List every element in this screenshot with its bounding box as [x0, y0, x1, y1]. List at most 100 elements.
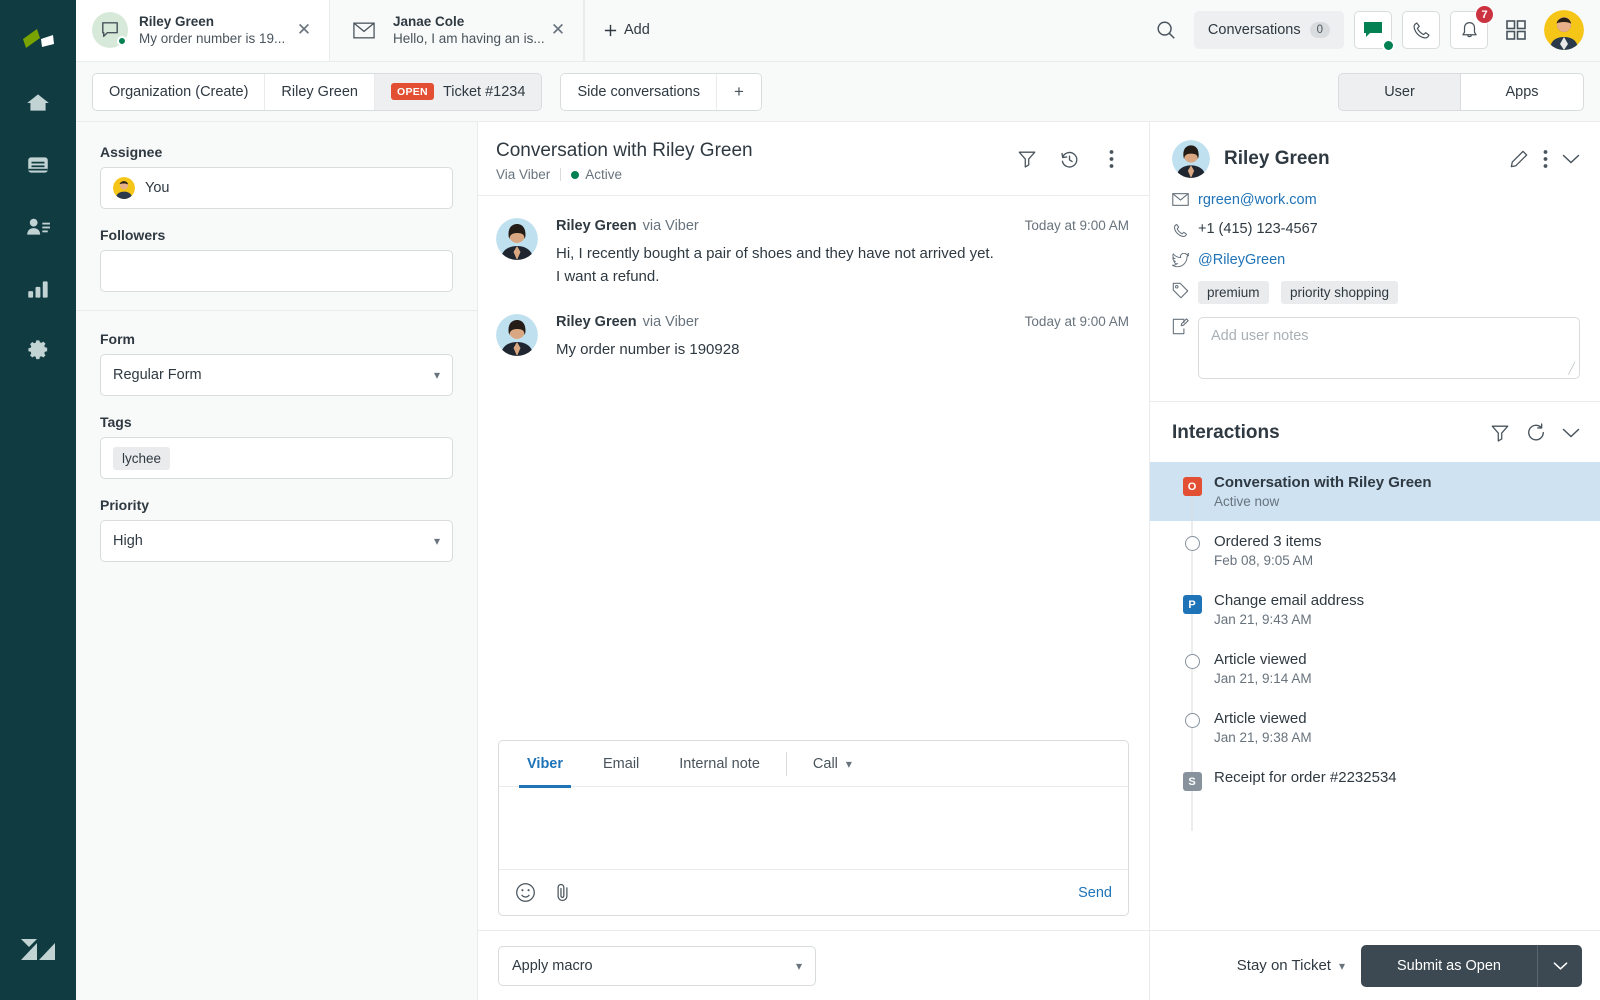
assignee-input[interactable]: You: [100, 167, 453, 209]
tab-internal-note-label: Internal note: [679, 755, 760, 772]
ticket-tab-title: Riley Green: [139, 13, 215, 29]
tab-email[interactable]: Email: [583, 741, 659, 787]
submit-button[interactable]: Submit as Open: [1361, 944, 1538, 987]
bell-icon[interactable]: 7: [1450, 5, 1494, 49]
apply-macro-label: Apply macro: [512, 957, 593, 974]
message-item: Riley Green via Viber Today at 9:00 AM M…: [496, 314, 1129, 361]
ticket-properties-panel: Assignee You Followers Form Regular Form…: [76, 122, 478, 1000]
timeline-marker: [1172, 533, 1212, 608]
sidebar-item-views[interactable]: [15, 142, 61, 188]
timeline-dot: [1184, 713, 1200, 728]
close-icon[interactable]: ✕: [293, 19, 315, 41]
refresh-icon[interactable]: [1526, 423, 1546, 443]
side-conversations-button[interactable]: Side conversations: [561, 73, 717, 110]
close-icon[interactable]: ✕: [547, 19, 569, 41]
tab-apps[interactable]: Apps: [1461, 74, 1583, 110]
conversations-count: 0: [1309, 22, 1330, 38]
ticket-tab-janae-cole[interactable]: Janae Cole Hello, I am having an is... ✕: [330, 0, 584, 61]
stay-on-ticket-select[interactable]: Stay on Ticket ▾: [1237, 957, 1345, 974]
chevron-down-icon[interactable]: [1562, 427, 1580, 439]
filter-icon[interactable]: [1009, 141, 1045, 177]
paperclip-icon[interactable]: [552, 882, 573, 903]
chevron-down-icon: ▾: [433, 534, 440, 548]
submit-bar: Stay on Ticket ▾ Submit as Open: [1150, 930, 1600, 1000]
status-badge: OPEN: [390, 83, 434, 100]
chevron-down-icon: ▾: [845, 756, 852, 771]
more-vertical-icon[interactable]: [1093, 141, 1129, 177]
priority-select[interactable]: High ▾: [100, 520, 453, 562]
user-notes-input[interactable]: Add user notes ╱: [1198, 317, 1580, 379]
interactions-title: Interactions: [1172, 422, 1280, 443]
user-twitter[interactable]: @RileyGreen: [1198, 252, 1285, 268]
sidebar-item-home[interactable]: [15, 80, 61, 126]
tags-field: Tags lychee: [100, 414, 453, 479]
user-tag[interactable]: premium: [1198, 281, 1269, 304]
timeline-item[interactable]: P Change email address Jan 21, 9:43 AM: [1150, 580, 1600, 667]
breadcrumb-item-ticket[interactable]: OPEN Ticket #1234: [374, 73, 542, 110]
chevron-down-icon[interactable]: [1562, 153, 1580, 165]
grid-icon[interactable]: [1498, 12, 1534, 48]
timeline-marker: [1172, 710, 1212, 785]
user-tag[interactable]: priority shopping: [1280, 281, 1399, 304]
followers-field: Followers: [100, 227, 453, 292]
tags-input[interactable]: lychee: [100, 437, 453, 479]
history-icon[interactable]: [1051, 141, 1087, 177]
sidebar-item-settings[interactable]: [15, 328, 61, 374]
pencil-icon[interactable]: [1509, 149, 1529, 169]
form-select[interactable]: Regular Form ▾: [100, 354, 453, 396]
breadcrumb-item-organization[interactable]: Organization (Create): [93, 73, 266, 110]
conversations-label: Conversations: [1207, 22, 1301, 38]
agent-avatar[interactable]: [1544, 10, 1584, 50]
priority-label: Priority: [100, 497, 150, 513]
phone-icon[interactable]: [1402, 11, 1440, 49]
timeline-item[interactable]: Article viewed Jan 21, 9:14 AM: [1150, 639, 1600, 726]
tab-internal-note[interactable]: Internal note: [659, 741, 780, 787]
zendesk-logo-icon: [15, 926, 61, 972]
product-logo-icon[interactable]: [16, 18, 60, 62]
tab-call-label: Call: [812, 755, 838, 772]
tag-pill[interactable]: lychee: [113, 446, 171, 470]
timeline-item[interactable]: S Receipt for order #2232534: [1150, 757, 1600, 831]
conversations-button[interactable]: Conversations 0: [1193, 11, 1344, 49]
tab-call[interactable]: Call ▾: [793, 741, 872, 787]
followers-input[interactable]: [100, 250, 453, 292]
timeline-item[interactable]: O Conversation with Riley Green Active n…: [1150, 462, 1600, 549]
submit-options-button[interactable]: [1538, 944, 1582, 987]
ticket-tab-title: Janae Cole: [393, 13, 465, 29]
sidebar-item-customers[interactable]: [15, 204, 61, 250]
top-toolbar: Conversations 0 7: [1148, 0, 1600, 61]
ticket-tabs: Riley Green My order number is 19... ✕ J…: [76, 0, 668, 61]
add-side-conversation-button[interactable]: +: [716, 73, 761, 110]
more-vertical-icon[interactable]: [1543, 149, 1548, 169]
search-icon[interactable]: [1148, 12, 1184, 48]
tag-icon: [1172, 281, 1198, 299]
timeline-item[interactable]: Article viewed Jan 21, 9:38 AM: [1150, 698, 1600, 785]
user-email[interactable]: rgreen@work.com: [1198, 192, 1317, 208]
apply-macro-select[interactable]: Apply macro ▾: [498, 945, 816, 986]
message-channel: via Viber: [642, 218, 699, 234]
send-button[interactable]: Send: [1078, 885, 1112, 901]
message-text: Hi, I recently bought a pair of shoes an…: [556, 245, 994, 285]
add-tab-button[interactable]: Add: [584, 0, 668, 61]
user-fields: rgreen@work.com +1 (415) 123-4567 @Riley…: [1150, 192, 1600, 402]
interactions-header: Interactions: [1150, 402, 1600, 462]
emoji-icon[interactable]: [515, 882, 536, 903]
ticket-tab-riley-green[interactable]: Riley Green My order number is 19... ✕: [76, 0, 330, 61]
filter-icon[interactable]: [1490, 423, 1510, 443]
tab-viber[interactable]: Viber: [507, 741, 583, 788]
breadcrumb-item-requester[interactable]: Riley Green: [265, 73, 375, 110]
resize-grip-icon[interactable]: ╱: [1568, 362, 1575, 375]
timeline-marker: O: [1172, 474, 1212, 549]
sidebar-item-reporting[interactable]: [15, 266, 61, 312]
user-phone: +1 (415) 123-4567: [1198, 221, 1318, 237]
ticket-actions-bar: Apply macro ▾: [478, 930, 1149, 1000]
timeline-marker: S: [1172, 769, 1212, 831]
active-status-dot: [571, 171, 580, 179]
form-value: Regular Form: [113, 367, 202, 383]
breadcrumb: Organization (Create) Riley Green OPEN T…: [92, 72, 543, 111]
chat-status-button[interactable]: [1354, 11, 1395, 52]
composer-textarea[interactable]: [499, 787, 1128, 869]
timeline-item[interactable]: Ordered 3 items Feb 08, 9:05 AM: [1150, 521, 1600, 608]
composer-footer: Send: [499, 869, 1128, 915]
tab-user[interactable]: User: [1339, 73, 1461, 110]
